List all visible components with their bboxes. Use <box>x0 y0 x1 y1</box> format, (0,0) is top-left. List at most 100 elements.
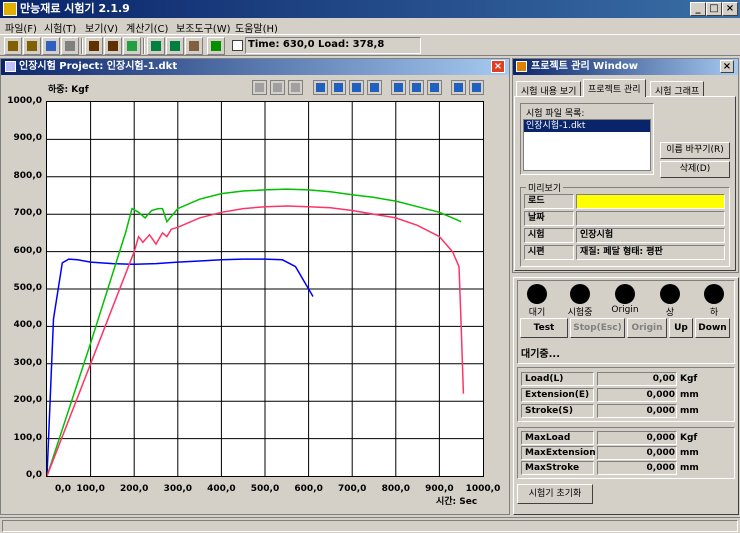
toolbar: Time: 630,0 Load: 378,8 <box>0 34 740 56</box>
tool-open-button[interactable] <box>4 37 22 55</box>
file-list-item[interactable]: 인장시험-1.dkt <box>524 120 650 132</box>
tab-test-graph[interactable]: 시험 그래프 <box>650 81 705 97</box>
view-icon <box>352 83 361 92</box>
delete-button[interactable]: 삭제(D) <box>660 161 730 178</box>
zoom-button[interactable] <box>451 80 466 95</box>
menu-test[interactable]: 시험(T) <box>44 20 76 35</box>
tool-print-button[interactable] <box>61 37 79 55</box>
tool-graph-button[interactable] <box>123 37 141 55</box>
max-stroke-unit: mm <box>680 463 699 473</box>
down-button[interactable]: Down <box>695 318 730 338</box>
tool-book-button[interactable] <box>207 37 225 55</box>
status-bar-pane <box>2 520 738 532</box>
view4-button[interactable] <box>367 80 382 95</box>
tool-save-button[interactable] <box>42 37 60 55</box>
menu-file[interactable]: 파일(F) <box>5 20 37 35</box>
x-axis-label: 시간: Sec <box>436 497 478 507</box>
x-tick-label: 1000,0 <box>465 484 501 494</box>
reset-machine-button[interactable]: 시험기 초기화 <box>517 484 593 504</box>
preview-specimen-value: 재질: 페달 형태: 평판 <box>576 245 725 260</box>
app-titlebar: 만능재료 시험기 2.1.9 _ □ × <box>0 0 740 18</box>
menu-tools[interactable]: 보조도구(W) <box>176 20 231 35</box>
rename-button[interactable]: 이름 바꾸기(R) <box>660 142 730 159</box>
time-load-frame <box>245 37 421 54</box>
preview-test-value: 인장시험 <box>576 228 725 243</box>
project-window-close-button[interactable]: × <box>720 60 734 73</box>
grid1-button[interactable] <box>391 80 406 95</box>
y-tick-label: 300,0 <box>13 357 42 368</box>
x-tick-label: 300,0 <box>163 484 193 494</box>
led-up <box>660 284 680 304</box>
open-icon <box>27 41 37 51</box>
back-button[interactable] <box>252 80 267 95</box>
status-text: 대기중... <box>521 349 560 360</box>
close-button[interactable]: × <box>722 2 738 16</box>
graph-icon <box>127 41 137 51</box>
zoom-icon <box>454 83 463 92</box>
load-unit: Kgf <box>680 374 698 384</box>
menubar: 파일(F) 시험(T) 보기(V) 계산기(C) 보조도구(W) 도움말(H) <box>0 18 740 35</box>
test-button[interactable]: Test <box>520 318 568 338</box>
led-idle-label: 대기 <box>528 308 546 318</box>
max-load-label: MaxLoad <box>521 431 594 445</box>
x-tick-label: 500,0 <box>250 484 280 494</box>
max-extension-label: MaxExtension <box>521 446 596 460</box>
origin-button[interactable]: Origin <box>627 318 667 338</box>
preview-test-label: 시험 <box>524 228 574 243</box>
plot-area <box>46 101 484 477</box>
y-tick-label: 700,0 <box>13 208 42 219</box>
up-button[interactable]: Up <box>669 318 693 338</box>
stroke-unit: mm <box>680 406 699 416</box>
stop-button[interactable]: Stop(Esc) <box>570 318 625 338</box>
series-line-2 <box>46 188 462 477</box>
file-list[interactable]: 인장시험-1.dkt <box>523 119 651 171</box>
x-tick-label: 700,0 <box>337 484 367 494</box>
printer-icon <box>65 41 75 51</box>
grid2-button[interactable] <box>409 80 424 95</box>
book-icon <box>211 41 221 51</box>
maximize-button[interactable]: □ <box>706 2 722 16</box>
led-origin-label: Origin <box>611 305 639 315</box>
time-load-checkbox[interactable] <box>232 40 243 51</box>
preview-label: 미리보기 <box>526 181 564 194</box>
grid3-button[interactable] <box>427 80 442 95</box>
view1-button[interactable] <box>313 80 328 95</box>
setup-icon <box>89 41 99 51</box>
menu-view[interactable]: 보기(V) <box>85 20 118 35</box>
load-value: 0,00 <box>652 374 675 384</box>
y-tick-label: 0,0 <box>26 470 42 480</box>
tool-report-button[interactable] <box>185 37 203 55</box>
copy-button[interactable] <box>288 80 303 95</box>
forward-button[interactable] <box>270 80 285 95</box>
tab-test-content[interactable]: 시험 내용 보기 <box>516 81 582 97</box>
extension-unit: mm <box>680 390 699 400</box>
tool-open2-button[interactable] <box>23 37 41 55</box>
led-idle <box>527 284 547 304</box>
x-tick-label: 900,0 <box>425 484 454 494</box>
led-testing-label: 시험중 <box>567 308 593 318</box>
chart-window-close-button[interactable]: × <box>491 60 505 73</box>
settings-button[interactable] <box>469 80 484 95</box>
led-down-label: 하 <box>709 308 719 318</box>
led-testing <box>570 284 590 304</box>
tab-project-management[interactable]: 프로젝트 관리 <box>583 79 646 97</box>
x-tick-label: 100,0 <box>76 484 105 494</box>
tool-setup-button[interactable] <box>85 37 103 55</box>
max-load-unit: Kgf <box>680 433 698 443</box>
menu-calculator[interactable]: 계산기(C) <box>126 20 168 35</box>
project-window-title: 프로젝트 관리 Window × <box>513 59 738 75</box>
view3-button[interactable] <box>349 80 364 95</box>
grid-icon <box>394 83 403 92</box>
view2-button[interactable] <box>331 80 346 95</box>
tool-spec-button[interactable] <box>104 37 122 55</box>
preview-specimen-label: 시편 <box>524 245 574 260</box>
tool-chart1-button[interactable] <box>147 37 165 55</box>
minimize-button[interactable]: _ <box>690 2 706 16</box>
spec-icon <box>108 41 118 51</box>
project-window-icon <box>516 61 527 72</box>
chart-window-title-text: 인장시험 Project: 인장시험-1.dkt <box>19 61 178 72</box>
menu-help[interactable]: 도움말(H) <box>235 20 278 35</box>
settings-icon <box>472 83 481 92</box>
extension-value: 0,000 <box>646 390 675 400</box>
tool-chart2-button[interactable] <box>166 37 184 55</box>
